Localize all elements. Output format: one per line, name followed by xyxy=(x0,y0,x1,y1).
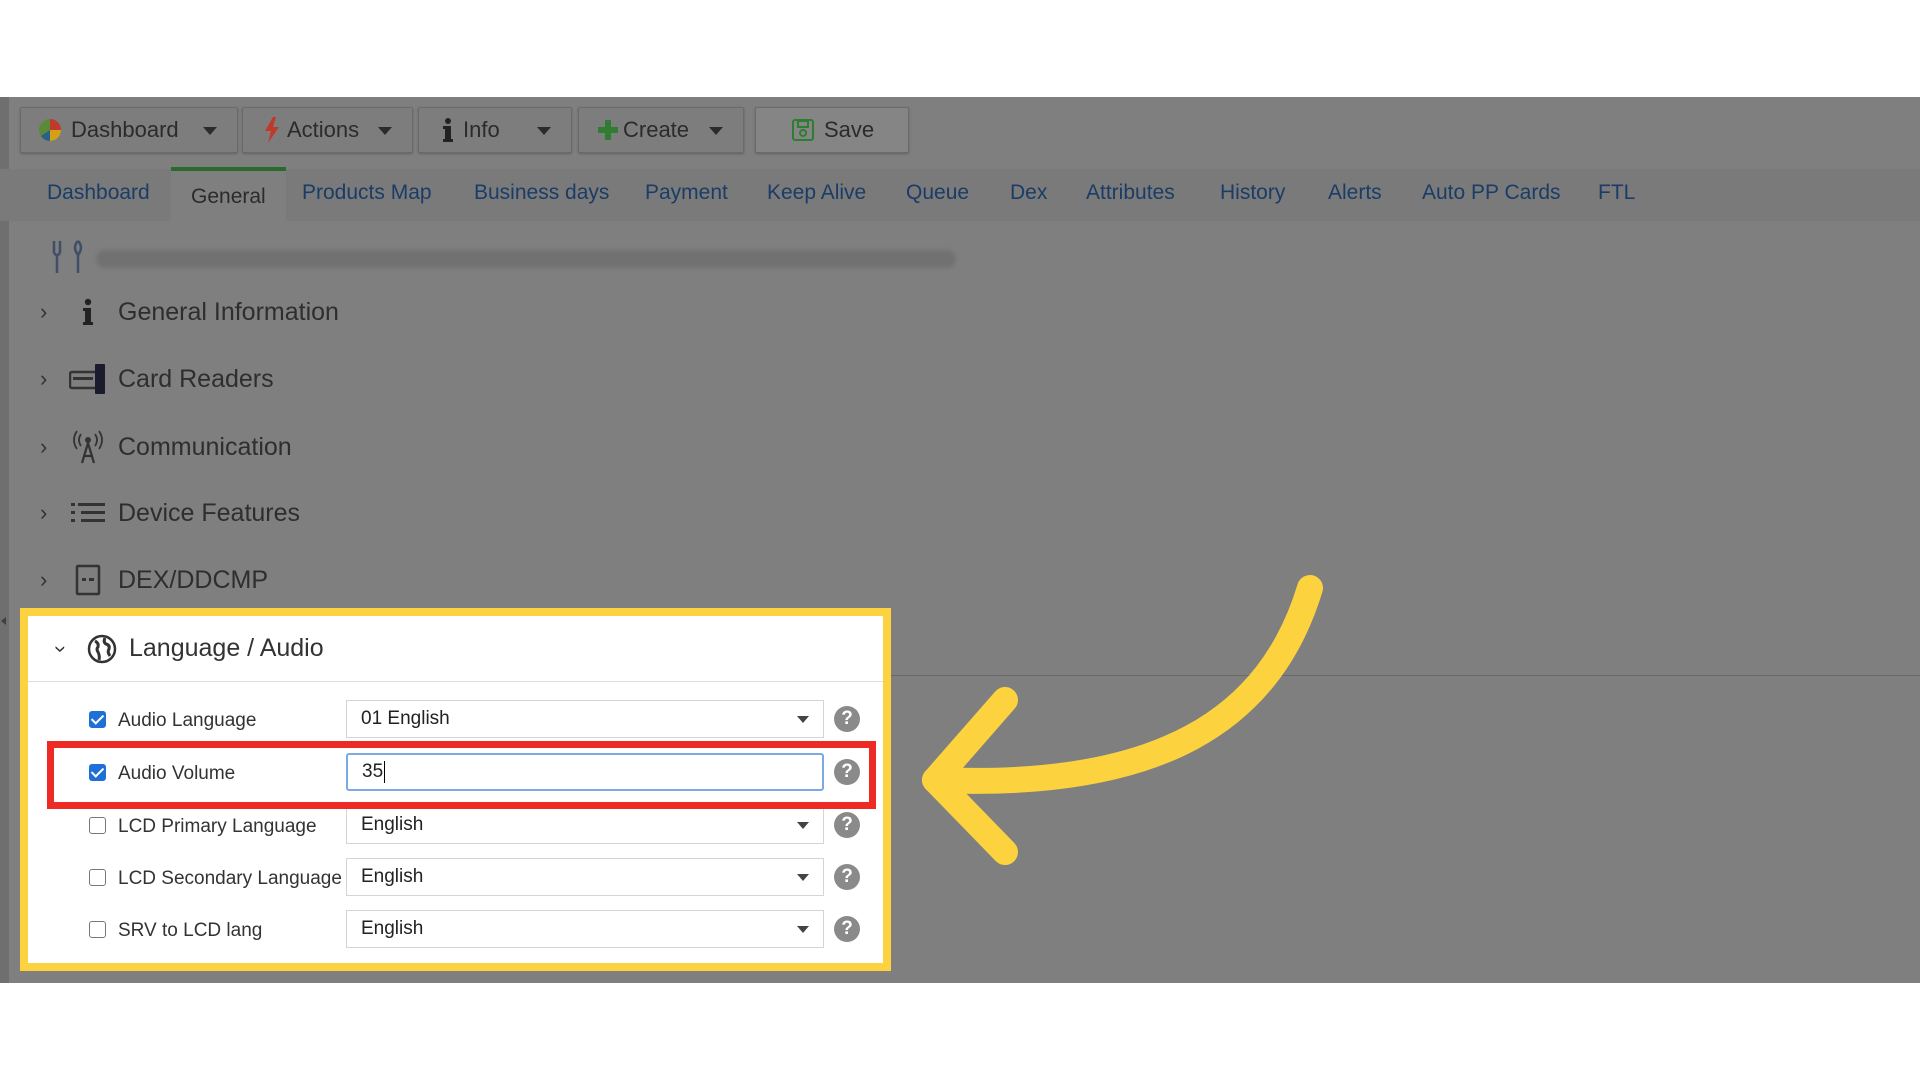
callout-arrow-icon xyxy=(922,575,1323,865)
